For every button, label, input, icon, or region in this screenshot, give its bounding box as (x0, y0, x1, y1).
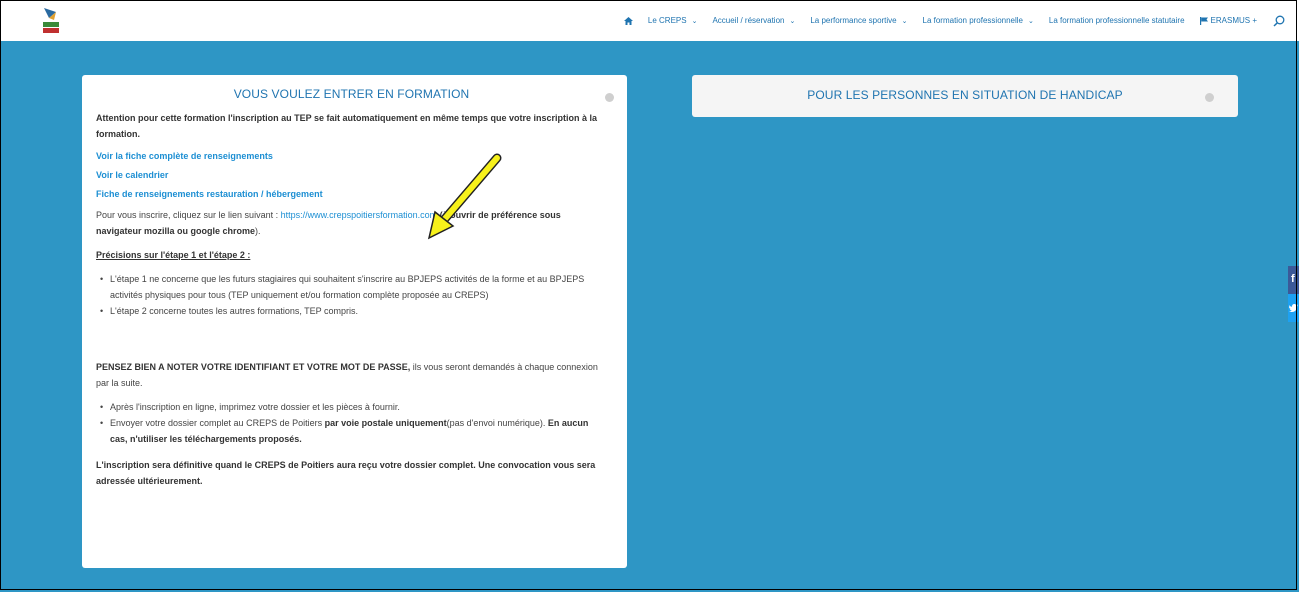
menu-item-erasmus[interactable]: ERASMUS + (1199, 16, 1257, 25)
formation-card: VOUS VOULEZ ENTRER EN FORMATION Attentio… (82, 75, 627, 568)
menu-item-accueil-reservation[interactable]: Accueil / réservation ⌄ (712, 16, 795, 25)
list-item: Après l'inscription en ligne, imprimez v… (100, 399, 607, 415)
inscrire-paragraph: Pour vous inscrire, cliquez sur le lien … (96, 207, 607, 239)
envoyer-bold: par voie postale uniquement (324, 418, 447, 428)
menu-item-le-creps[interactable]: Le CREPS ⌄ (648, 16, 698, 25)
facebook-icon: f (1291, 273, 1295, 285)
menu-label: Accueil / réservation (712, 16, 785, 25)
yellow-arrow-annotation (427, 153, 502, 240)
creps-logo[interactable] (40, 6, 62, 36)
search-icon[interactable] (1273, 15, 1285, 27)
handicap-card[interactable]: POUR LES PERSONNES EN SITUATION DE HANDI… (692, 75, 1238, 117)
etapes-list: L'étape 1 ne concerne que les futurs sta… (96, 271, 607, 319)
menu-label: La formation professionnelle statutaire (1048, 16, 1185, 25)
toggle-dot-icon[interactable] (605, 93, 614, 102)
menu-item-formation-statutaire[interactable]: La formation professionnelle statutaire (1049, 16, 1185, 25)
toggle-dot-icon[interactable] (1205, 93, 1214, 102)
menu-label: ERASMUS + (1210, 16, 1257, 25)
calendrier-link[interactable]: Voir le calendrier (96, 170, 607, 180)
home-icon[interactable] (623, 16, 633, 25)
list-item: Envoyer votre dossier complet au CREPS d… (100, 415, 607, 447)
envoyer-prefix: Envoyer votre dossier complet au CREPS d… (110, 418, 325, 428)
envoyer-mid: (pas d'envoi numérique). (446, 418, 548, 428)
fiche-renseignements-link[interactable]: Voir la fiche complète de renseignements (96, 151, 607, 161)
facebook-share-button[interactable]: f (1288, 266, 1299, 294)
handicap-card-title[interactable]: POUR LES PERSONNES EN SITUATION DE HANDI… (692, 75, 1238, 102)
chevron-down-icon: ⌄ (789, 17, 796, 25)
menu-label: La formation professionnelle (922, 16, 1024, 25)
menu-label: Le CREPS (647, 16, 687, 25)
attention-text: Attention pour cette formation l'inscrip… (96, 113, 598, 139)
inscription-url-link[interactable]: https://www.crepspoitiersformation.com (281, 210, 438, 220)
pensez-bold: PENSEZ BIEN A NOTER VOTRE IDENTIFIANT ET… (96, 362, 411, 372)
chevron-down-icon: ⌄ (1028, 17, 1034, 25)
list-item: L'étape 2 concerne toutes les autres for… (100, 303, 607, 319)
chevron-down-icon: ⌄ (691, 17, 698, 25)
inscrire-prefix: Pour vous inscrire, cliquez sur le lien … (96, 210, 281, 220)
envoi-list: Après l'inscription en ligne, imprimez v… (96, 399, 607, 447)
menu-item-formation-professionnelle[interactable]: La formation professionnelle ⌄ (923, 16, 1034, 25)
twitter-share-button[interactable] (1288, 294, 1299, 322)
restauration-link[interactable]: Fiche de renseignements restauration / h… (96, 189, 607, 199)
pensez-paragraph: PENSEZ BIEN A NOTER VOTRE IDENTIFIANT ET… (96, 359, 607, 391)
final-text: L'inscription sera définitive quand le C… (96, 460, 596, 486)
flag-icon (1199, 16, 1208, 25)
menu-label: La performance sportive (810, 16, 897, 25)
chevron-down-icon: ⌄ (901, 17, 908, 25)
menu-item-performance-sportive[interactable]: La performance sportive ⌄ (810, 16, 907, 25)
list-item: L'étape 1 ne concerne que les futurs sta… (100, 271, 607, 303)
twitter-icon (1289, 304, 1298, 312)
formation-card-title[interactable]: VOUS VOULEZ ENTRER EN FORMATION (96, 87, 607, 101)
inscrire-suffix: ). (255, 226, 261, 236)
main-menu: Le CREPS ⌄ Accueil / réservation ⌄ La perf… (623, 0, 1285, 41)
top-nav-bar: Le CREPS ⌄ Accueil / réservation ⌄ La perf… (0, 0, 1299, 41)
precisions-heading: Précisions sur l'étape 1 et l'étape 2 : (96, 250, 251, 260)
